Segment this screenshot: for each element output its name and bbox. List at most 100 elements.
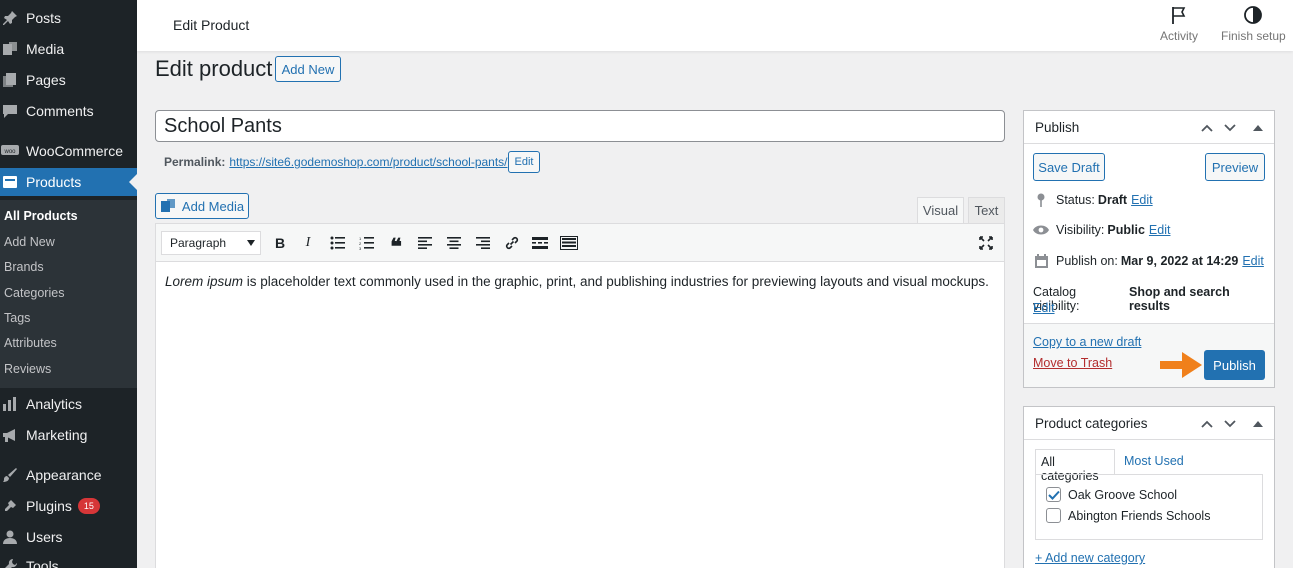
catalog-visibility-edit-link[interactable]: Edit — [1033, 301, 1055, 315]
content-editor[interactable]: Paragraph B I 123 ❝ Lorem ipsum is place… — [155, 223, 1005, 568]
move-up-button[interactable] — [1198, 415, 1216, 433]
visibility-row: Visibility: Public Edit — [1033, 223, 1170, 237]
categories-box-header: Product categories — [1024, 407, 1274, 440]
media-icon — [160, 199, 175, 212]
align-right-button[interactable] — [473, 233, 493, 253]
permalink-link[interactable]: https://site6.godemoshop.com/product/sch… — [229, 155, 507, 169]
publish-on-value: Mar 9, 2022 at 14:29 — [1120, 254, 1239, 268]
align-left-button[interactable] — [415, 233, 435, 253]
tab-visual[interactable]: Visual — [917, 197, 964, 224]
sidebar-item-label: Media — [26, 41, 65, 57]
sidebar-item-label: Posts — [26, 10, 62, 26]
insert-link-button[interactable] — [502, 233, 522, 253]
add-new-button[interactable]: Add New — [275, 56, 341, 82]
pin-icon — [1033, 193, 1049, 207]
eye-icon — [1033, 225, 1049, 235]
align-right-icon — [476, 237, 490, 249]
link-icon — [505, 236, 519, 250]
tab-all-categories[interactable]: All categories — [1035, 449, 1115, 483]
permalink-edit-button[interactable]: Edit — [508, 151, 540, 173]
status-row: Status: Draft Edit — [1033, 193, 1153, 207]
comment-icon — [0, 102, 20, 120]
category-checklist: Oak Groove School Abington Friends Schoo… — [1035, 474, 1263, 540]
move-up-button[interactable] — [1198, 119, 1216, 137]
publish-on-label: Publish on: — [1056, 254, 1118, 268]
chevron-up-icon — [1201, 124, 1213, 132]
italic-button[interactable]: I — [298, 233, 318, 253]
sidebar-item-analytics[interactable]: Analytics — [0, 390, 137, 418]
submenu-categories[interactable]: Categories — [4, 286, 64, 300]
finish-setup-button[interactable]: Finish setup — [1221, 5, 1286, 43]
category-item[interactable]: Oak Groove School — [1046, 487, 1177, 502]
submenu-attributes[interactable]: Attributes — [4, 336, 57, 350]
sidebar-item-comments[interactable]: Comments — [0, 97, 137, 125]
product-title-input[interactable] — [155, 110, 1005, 142]
finish-setup-label: Finish setup — [1221, 29, 1286, 43]
svg-text:woo: woo — [3, 149, 16, 155]
blockquote-button[interactable]: ❝ — [386, 233, 406, 258]
bullet-list-icon — [330, 236, 345, 250]
category-checkbox[interactable] — [1046, 508, 1061, 523]
sidebar-item-marketing[interactable]: Marketing — [0, 421, 137, 449]
publish-button[interactable]: Publish — [1204, 350, 1265, 380]
status-label: Status: — [1056, 193, 1095, 207]
tab-text[interactable]: Text — [968, 197, 1005, 224]
editor-content[interactable]: Lorem ipsum is placeholder text commonly… — [165, 274, 989, 289]
read-more-button[interactable] — [530, 233, 550, 253]
sidebar-item-products[interactable]: Products — [0, 168, 137, 196]
publish-date-edit-link[interactable]: Edit — [1242, 254, 1264, 268]
visibility-edit-link[interactable]: Edit — [1149, 223, 1171, 237]
move-down-button[interactable] — [1221, 119, 1239, 137]
calendar-icon — [1033, 254, 1049, 268]
sidebar-item-plugins[interactable]: Plugins 15 — [0, 492, 137, 520]
align-center-button[interactable] — [444, 233, 464, 253]
caret-up-icon — [1253, 421, 1263, 427]
fullscreen-button[interactable] — [976, 233, 996, 253]
keyboard-icon — [560, 236, 578, 250]
format-select[interactable]: Paragraph — [161, 231, 261, 255]
toolbar-toggle-button[interactable] — [559, 233, 579, 253]
collapse-button[interactable] — [1249, 119, 1267, 137]
chevron-down-icon — [1224, 420, 1236, 428]
collapse-button[interactable] — [1249, 415, 1267, 433]
submenu-brands[interactable]: Brands — [4, 260, 44, 274]
pin-icon — [0, 9, 20, 27]
preview-button[interactable]: Preview — [1205, 153, 1265, 181]
bullet-list-button[interactable] — [328, 233, 348, 253]
publish-box-title: Publish — [1035, 120, 1080, 135]
submenu-all-products[interactable]: All Products — [4, 209, 78, 223]
add-new-category-link[interactable]: + Add new category — [1035, 551, 1145, 565]
submenu-add-new[interactable]: Add New — [4, 235, 55, 249]
sidebar-item-media[interactable]: Media — [0, 35, 137, 63]
svg-text:3: 3 — [359, 246, 362, 250]
activity-label: Activity — [1160, 29, 1199, 43]
pages-icon — [0, 71, 20, 89]
numbered-list-button[interactable]: 123 — [357, 233, 377, 253]
checkmark-icon — [1047, 490, 1060, 500]
move-down-button[interactable] — [1221, 415, 1239, 433]
sidebar-item-label: Products — [26, 174, 82, 190]
publish-actions: Copy to a new draft Move to Trash Publis… — [1024, 323, 1274, 387]
category-checkbox-checked[interactable] — [1046, 487, 1061, 502]
tab-most-used[interactable]: Most Used — [1124, 454, 1184, 468]
category-item[interactable]: Abington Friends Schools — [1046, 508, 1210, 523]
sidebar-item-woocommerce[interactable]: woo WooCommerce — [0, 137, 137, 165]
numbered-list-icon: 123 — [359, 236, 374, 250]
sidebar-item-posts[interactable]: Posts — [0, 4, 137, 32]
chevron-up-icon — [1201, 420, 1213, 428]
copy-to-draft-link[interactable]: Copy to a new draft — [1033, 335, 1141, 349]
submenu-reviews[interactable]: Reviews — [4, 362, 51, 376]
move-to-trash-link[interactable]: Move to Trash — [1033, 356, 1112, 370]
status-edit-link[interactable]: Edit — [1131, 193, 1153, 207]
save-draft-button[interactable]: Save Draft — [1033, 153, 1105, 181]
sidebar-item-users[interactable]: Users — [0, 523, 137, 551]
activity-button[interactable]: Activity — [1160, 5, 1198, 43]
flag-icon — [1172, 7, 1186, 24]
progress-circle-icon — [1244, 6, 1263, 24]
add-media-button[interactable]: Add Media — [155, 193, 249, 219]
submenu-tags[interactable]: Tags — [4, 311, 30, 325]
sidebar-item-appearance[interactable]: Appearance — [0, 461, 137, 489]
bold-button[interactable]: B — [270, 233, 290, 253]
sidebar-item-tools[interactable]: Tools — [0, 552, 137, 568]
sidebar-item-pages[interactable]: Pages — [0, 66, 137, 94]
